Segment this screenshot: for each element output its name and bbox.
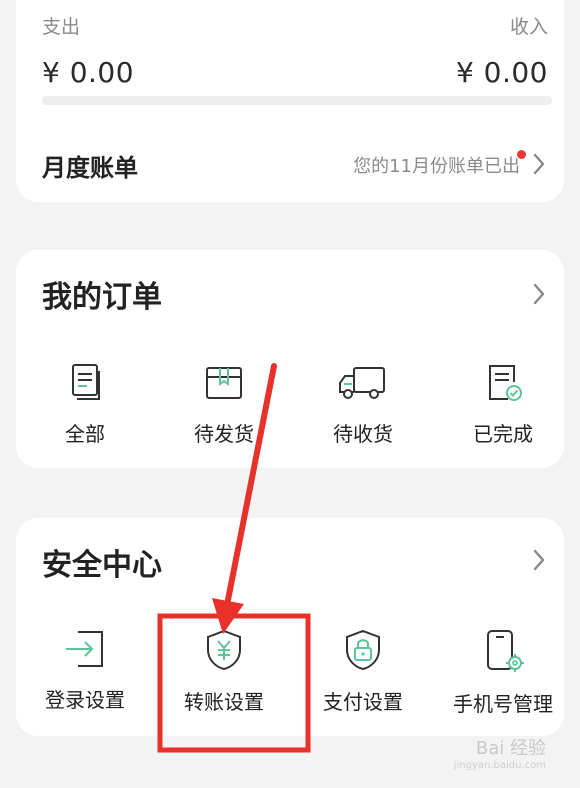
expense-label: 支出 (42, 16, 81, 38)
security-center-card: 安全中心 登录设置 转账设置 支付设置 手机号管理 (16, 518, 564, 736)
delivery-truck-icon (339, 367, 385, 399)
chevron-right-icon (533, 283, 545, 305)
my-orders-title: 我的订单 (42, 280, 162, 315)
phone-gear-icon (487, 630, 524, 672)
order-item-label: 全部 (65, 422, 105, 446)
login-arrow-icon (66, 631, 103, 667)
order-item-completed[interactable]: 已完成 (438, 362, 568, 447)
lock-shield-icon (346, 629, 380, 671)
security-item-phone-management[interactable]: 手机号管理 (438, 628, 568, 717)
chevron-right-icon (533, 549, 545, 571)
order-item-label: 待发货 (194, 422, 254, 446)
security-item-label: 登录设置 (45, 688, 125, 712)
income-label: 收入 (509, 16, 548, 38)
order-item-to-receive[interactable]: 待收货 (298, 362, 428, 447)
my-orders-card: 我的订单 全部 待发货 待收货 已完成 (16, 250, 564, 468)
monthly-bill-title: 月度账单 (42, 154, 138, 182)
security-item-login-settings[interactable]: 登录设置 (20, 628, 150, 713)
monthly-bill-notice-text: 您的11月份账单已出 (353, 156, 520, 177)
completed-document-icon (489, 365, 522, 401)
order-item-label: 待收货 (333, 422, 393, 446)
security-item-payment-settings[interactable]: 支付设置 (298, 628, 428, 715)
order-item-to-ship[interactable]: 待发货 (159, 362, 289, 447)
security-item-label: 手机号管理 (453, 692, 553, 716)
document-copy-icon (72, 364, 100, 400)
yuan-shield-icon (207, 629, 241, 671)
security-center-title: 安全中心 (42, 548, 162, 583)
order-item-label: 已完成 (473, 422, 533, 446)
security-item-label: 支付设置 (323, 690, 403, 714)
baidu-watermark-url: jingyan.baidu.com (453, 760, 546, 771)
balance-summary-card: 支出 收入 ¥ 0.00 ¥ 0.00 月度账单 您的11月份账单已出 (16, 0, 564, 202)
notification-dot (517, 150, 526, 159)
income-amount: ¥ 0.00 (455, 56, 548, 89)
security-item-label: 转账设置 (184, 690, 264, 714)
order-item-all[interactable]: 全部 (20, 362, 150, 447)
package-box-icon (206, 367, 242, 399)
chevron-right-icon (533, 153, 545, 175)
summary-progress-bar (42, 96, 552, 105)
baidu-watermark: Bai 经验 (475, 738, 546, 759)
security-item-transfer-settings[interactable]: 转账设置 (159, 628, 289, 715)
monthly-bill-notice: 您的11月份账单已出 (353, 150, 526, 178)
expense-amount: ¥ 0.00 (42, 56, 135, 89)
